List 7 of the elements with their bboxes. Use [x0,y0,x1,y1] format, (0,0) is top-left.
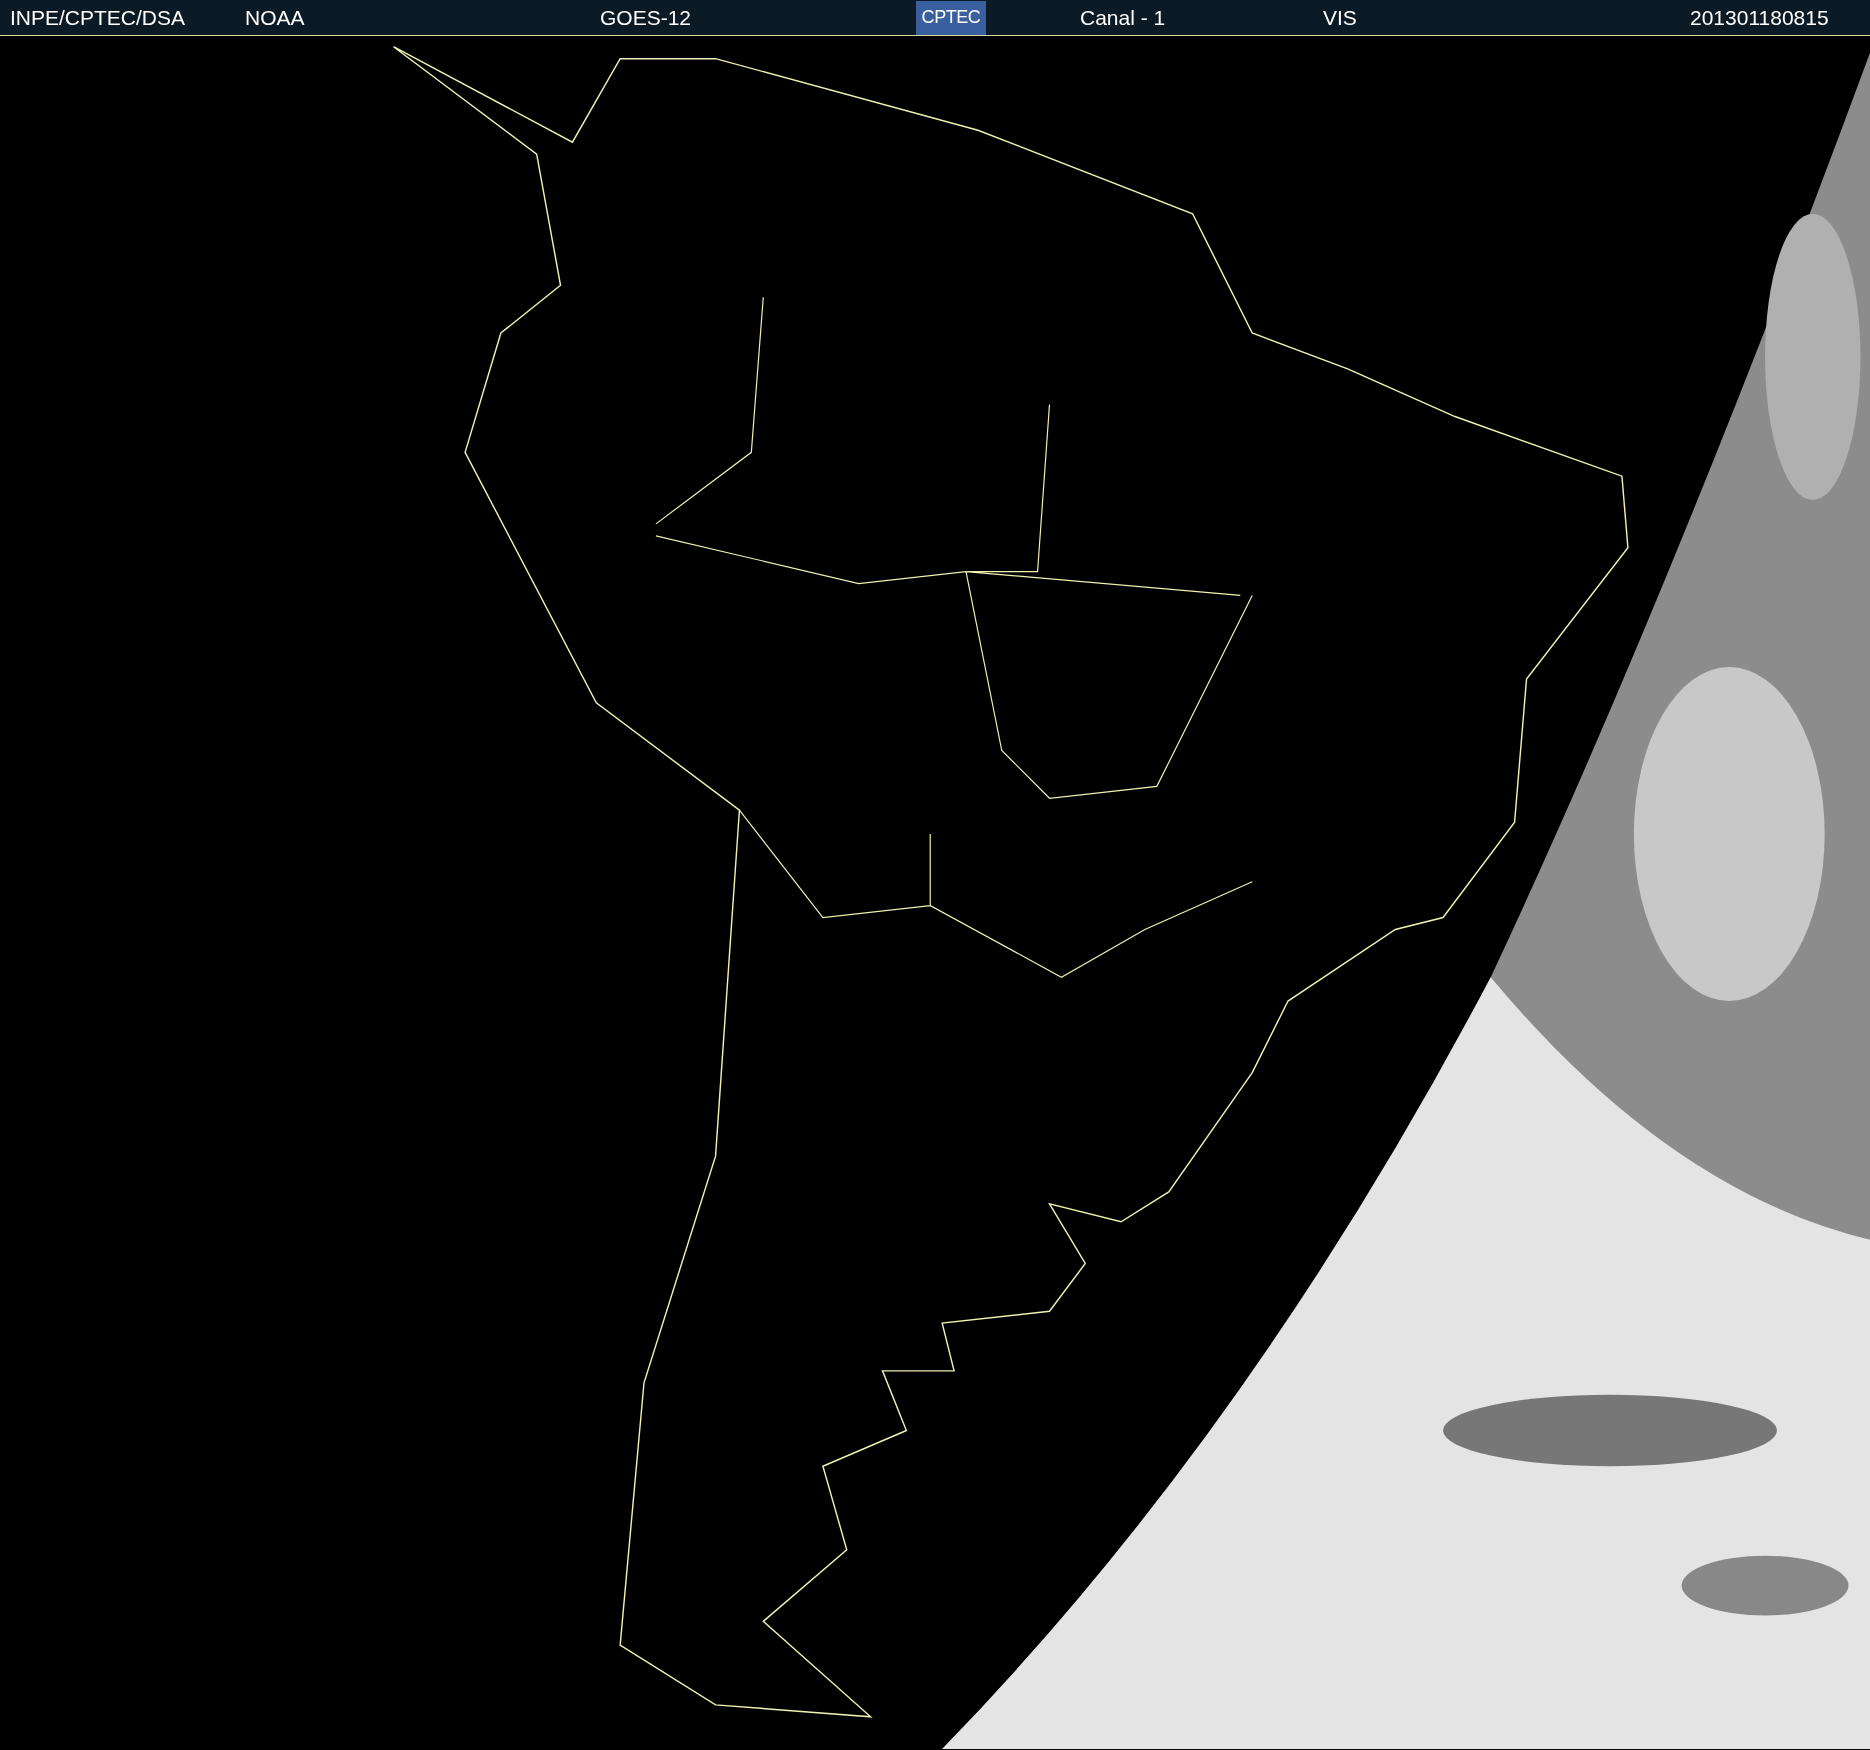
header-label: Canal - 1 [1080,5,1166,29]
header-label: GOES-12 [600,5,692,29]
logo: CPTEC [916,0,986,35]
header-label: INPE/CPTEC/DSA [10,5,186,29]
header-label: 201301180815 [1690,5,1829,29]
header-label: NOAA [245,5,305,29]
header-label: VIS [1323,5,1357,29]
